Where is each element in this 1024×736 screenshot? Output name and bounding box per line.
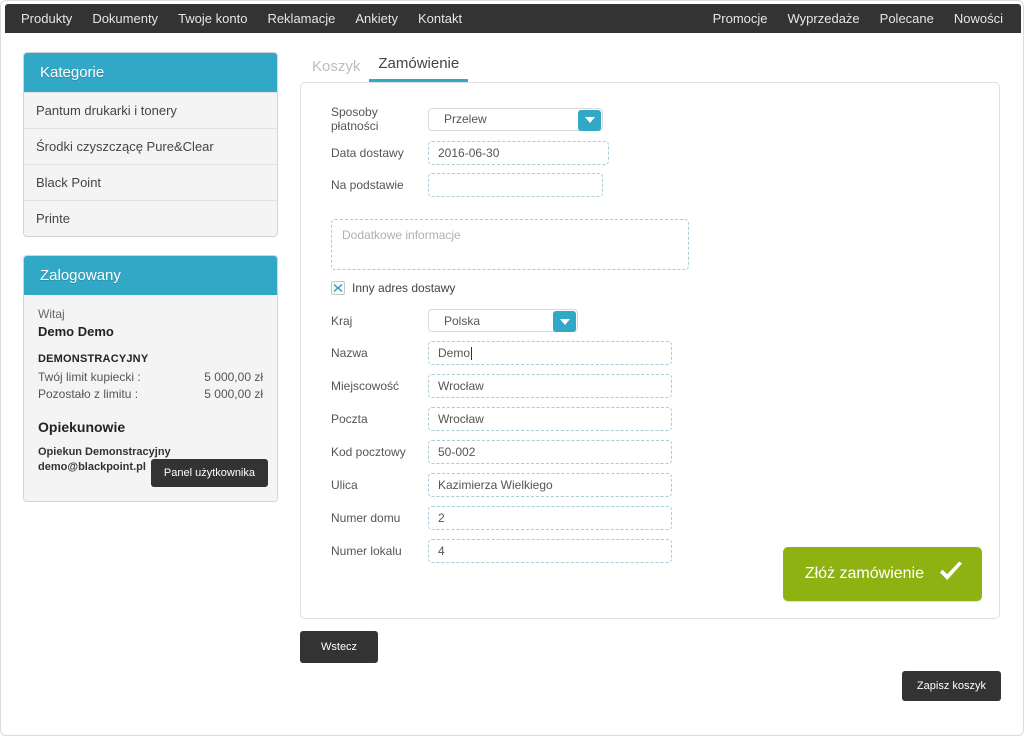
account-panel-title: Zalogowany bbox=[24, 256, 277, 295]
sidebar-item-printe[interactable]: Printe bbox=[24, 200, 277, 236]
nav-item-nowosci[interactable]: Nowości bbox=[944, 4, 1013, 33]
nav-item-polecane[interactable]: Polecane bbox=[870, 4, 944, 33]
sidebar-item-black-point[interactable]: Black Point bbox=[24, 164, 277, 200]
post-office-input[interactable]: Wrocław bbox=[428, 407, 672, 431]
other-address-row: Inny adres dostawy bbox=[317, 281, 983, 295]
save-cart-wrap: Zapisz koszyk bbox=[901, 671, 1001, 701]
name-label: Nazwa bbox=[331, 346, 368, 360]
categories-panel-title: Kategorie bbox=[24, 53, 277, 92]
country-row: Kraj Polska bbox=[317, 309, 983, 332]
chevron-down-icon[interactable] bbox=[553, 311, 576, 332]
back-button-wrap: Wstecz bbox=[300, 631, 1000, 663]
country-select[interactable]: Polska bbox=[428, 309, 578, 332]
flat-number-input[interactable]: 4 bbox=[428, 539, 672, 563]
name-input-value: Demo bbox=[438, 346, 471, 360]
account-panel: Zalogowany Witaj Demo Demo DEMONSTRACYJN… bbox=[23, 255, 278, 502]
user-name: Demo Demo bbox=[38, 324, 114, 339]
payment-method-select[interactable]: Przelew bbox=[428, 107, 603, 131]
house-number-input[interactable]: 2 bbox=[428, 506, 672, 530]
submit-order-button[interactable]: Złóż zamówienie bbox=[782, 547, 982, 601]
back-button[interactable]: Wstecz bbox=[300, 631, 379, 663]
post-office-row: Poczta Wrocław bbox=[317, 407, 983, 431]
nav-item-promocje[interactable]: Promocje bbox=[703, 4, 778, 33]
basis-input[interactable] bbox=[428, 173, 603, 197]
top-navigation-bar: Produkty Dokumenty Twoje konto Reklamacj… bbox=[5, 4, 1021, 33]
other-address-label[interactable]: Inny adres dostawy bbox=[352, 281, 455, 295]
nav-item-ankiety[interactable]: Ankiety bbox=[345, 4, 408, 33]
name-row: Nazwa Demo bbox=[317, 341, 983, 365]
caretakers-title: Opiekunowie bbox=[38, 419, 126, 435]
caretaker-name: Opiekun Demonstracyjny bbox=[38, 446, 171, 458]
credit-limit-value: 5 000,00 zł bbox=[204, 370, 263, 384]
remaining-limit-value: 5 000,00 zł bbox=[204, 387, 263, 401]
notes-wrap: Dodatkowe informacje bbox=[317, 219, 983, 270]
credit-limit-row: Twój limit kupiecki : 5 000,00 zł bbox=[38, 369, 263, 386]
nav-item-dokumenty[interactable]: Dokumenty bbox=[82, 4, 168, 33]
page-root: Produkty Dokumenty Twoje konto Reklamacj… bbox=[0, 0, 1024, 736]
basis-row: Na podstawie bbox=[317, 173, 983, 197]
user-panel-button-wrap: Panel użytkownika bbox=[150, 459, 268, 487]
street-row: Ulica Kazimierza Wielkiego bbox=[317, 473, 983, 497]
remaining-limit-label: Pozostało z limitu : bbox=[38, 387, 139, 401]
sidebar-item-pantum[interactable]: Pantum drukarki i tonery bbox=[24, 92, 277, 128]
nav-item-twoje-konto[interactable]: Twoje konto bbox=[168, 4, 257, 33]
account-panel-body: Witaj Demo Demo DEMONSTRACYJNY Twój limi… bbox=[24, 295, 277, 501]
greeting-text: Witaj bbox=[38, 307, 65, 321]
street-input[interactable]: Kazimierza Wielkiego bbox=[428, 473, 672, 497]
basis-label: Na podstawie bbox=[331, 178, 404, 192]
delivery-date-row: Data dostawy 2016-06-30 bbox=[317, 141, 983, 165]
nav-item-reklamacje[interactable]: Reklamacje bbox=[257, 4, 345, 33]
save-cart-button[interactable]: Zapisz koszyk bbox=[901, 671, 1001, 701]
postcode-input[interactable]: 50-002 bbox=[428, 440, 672, 464]
post-office-label: Poczta bbox=[331, 412, 368, 426]
main-content: Koszyk Zamówienie Sposoby płatności Prze… bbox=[300, 51, 1000, 663]
tab-koszyk[interactable]: Koszyk bbox=[303, 58, 369, 82]
payment-method-row: Sposoby płatności Przelew bbox=[317, 105, 983, 133]
postcode-row: Kod pocztowy 50-002 bbox=[317, 440, 983, 464]
submit-order-label: Złóż zamówienie bbox=[804, 565, 924, 582]
city-label: Miejscowość bbox=[331, 379, 400, 393]
chevron-down-icon[interactable] bbox=[578, 109, 601, 131]
check-icon bbox=[938, 561, 964, 587]
payment-method-label: Sposoby płatności bbox=[331, 105, 379, 133]
name-input[interactable]: Demo bbox=[428, 341, 672, 365]
account-type-badge: DEMONSTRACYJNY bbox=[38, 353, 149, 365]
postcode-label: Kod pocztowy bbox=[331, 445, 406, 459]
text-caret bbox=[471, 346, 473, 360]
flat-number-label: Numer lokalu bbox=[331, 544, 402, 558]
credit-limit-label: Twój limit kupiecki : bbox=[38, 370, 141, 384]
house-number-row: Numer domu 2 bbox=[317, 506, 983, 530]
order-form-card: Sposoby płatności Przelew Data dostawy 2… bbox=[300, 82, 1000, 619]
categories-panel: Kategorie Pantum drukarki i tonery Środk… bbox=[23, 52, 278, 237]
sidebar: Kategorie Pantum drukarki i tonery Środk… bbox=[23, 52, 278, 520]
country-label: Kraj bbox=[331, 313, 353, 328]
nav-item-wyprzedaze[interactable]: Wyprzedaże bbox=[778, 4, 870, 33]
city-row: Miejscowość Wrocław bbox=[317, 374, 983, 398]
remaining-limit-row: Pozostało z limitu : 5 000,00 zł bbox=[38, 386, 263, 403]
payment-method-value: Przelew bbox=[444, 112, 487, 126]
nav-item-produkty[interactable]: Produkty bbox=[11, 4, 82, 33]
tab-zamowienie[interactable]: Zamówienie bbox=[369, 55, 469, 82]
additional-info-textarea[interactable]: Dodatkowe informacje bbox=[331, 219, 689, 270]
checkbox-x-icon[interactable] bbox=[331, 281, 345, 295]
city-input[interactable]: Wrocław bbox=[428, 374, 672, 398]
user-panel-button[interactable]: Panel użytkownika bbox=[150, 459, 268, 487]
house-number-label: Numer domu bbox=[331, 511, 401, 525]
delivery-date-label: Data dostawy bbox=[331, 146, 404, 160]
street-label: Ulica bbox=[331, 478, 358, 492]
delivery-date-input[interactable]: 2016-06-30 bbox=[428, 141, 609, 165]
nav-item-kontakt[interactable]: Kontakt bbox=[408, 4, 472, 33]
nav-right-group: Promocje Wyprzedaże Polecane Nowości bbox=[703, 4, 1013, 33]
nav-left-group: Produkty Dokumenty Twoje konto Reklamacj… bbox=[11, 4, 472, 33]
tab-bar: Koszyk Zamówienie bbox=[300, 51, 1000, 82]
sidebar-item-pure-clear[interactable]: Środki czyszczącę Pure&Clear bbox=[24, 128, 277, 164]
country-value: Polska bbox=[444, 313, 481, 328]
